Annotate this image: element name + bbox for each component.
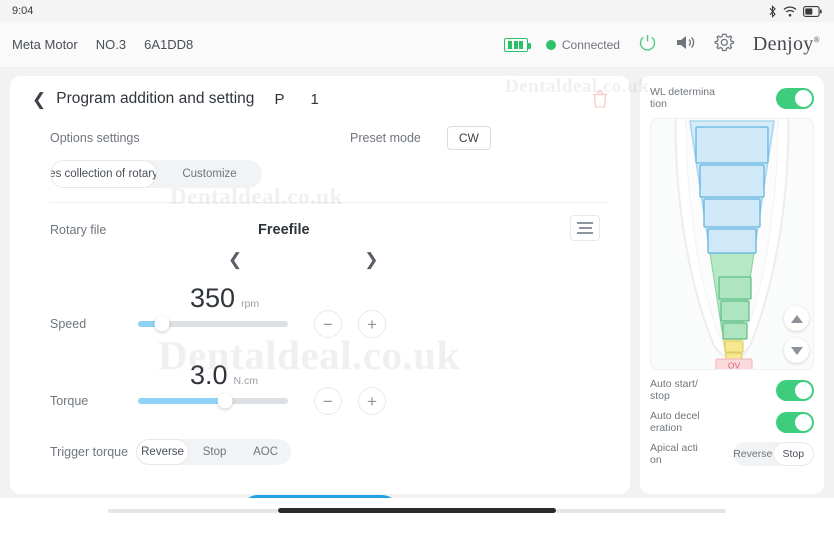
triangle-down-icon[interactable] xyxy=(784,338,809,364)
tab-rotary-file-collection[interactable]: pes collection of rotary f xyxy=(50,160,157,188)
wl-determination-row: WL determina tion xyxy=(650,86,814,110)
torque-slider-row: Torque − + xyxy=(50,387,608,415)
apical-option-stop[interactable]: Stop xyxy=(772,442,814,467)
options-row: Options settings Preset mode CW xyxy=(32,126,608,150)
trigger-torque-label: Trigger torque xyxy=(50,445,129,459)
triangle-up-icon[interactable] xyxy=(784,306,809,332)
torque-value: 3.0 xyxy=(190,360,228,390)
device-id: 6A1DD8 xyxy=(144,37,194,52)
canal-diagram: OV xyxy=(650,118,814,371)
torque-slider[interactable] xyxy=(138,393,288,409)
apical-action-row: Apical acti on Reverse Stop xyxy=(650,442,814,467)
side-panel-settings: Auto start/ stop Auto decel eration Apic… xyxy=(650,378,814,467)
speed-slider-row: Speed − + xyxy=(50,310,608,338)
auto-start-stop-row: Auto start/ stop xyxy=(650,378,814,402)
torque-unit: N.cm xyxy=(233,375,259,387)
canal-marker-label: OV xyxy=(728,361,741,371)
tab-customize[interactable]: Customize xyxy=(157,160,262,188)
device-number: NO.3 xyxy=(95,37,127,52)
rotary-file-value: Freefile xyxy=(258,222,310,238)
trigger-torque-options: Reverse Stop AOC xyxy=(136,439,292,465)
divider xyxy=(50,202,608,203)
wl-determination-label: WL determina tion xyxy=(650,86,715,111)
auto-start-stop-label: Auto start/ stop xyxy=(650,378,698,403)
program-settings-card: ❮ Program addition and setting P 1 Optio… xyxy=(10,76,674,529)
apical-action-options: Reverse Stop xyxy=(733,442,814,467)
connection-status: Connected xyxy=(545,37,620,52)
speed-label: Speed xyxy=(50,317,87,331)
header-actions: Connected Denjoy® xyxy=(503,32,820,58)
card-header: ❮ Program addition and setting P 1 xyxy=(32,90,608,108)
bluetooth-icon xyxy=(768,4,777,18)
program-letter: P xyxy=(274,90,285,108)
options-settings-tabs: pes collection of rotary f Customize xyxy=(50,160,262,188)
wifi-icon xyxy=(783,5,797,17)
chevron-left-icon[interactable]: ❮ xyxy=(32,91,48,108)
preset-mode-value[interactable]: CW xyxy=(446,126,491,150)
trigger-torque-row: Trigger torque Reverse Stop AOC xyxy=(32,439,608,465)
speed-increment-button[interactable]: + xyxy=(358,310,386,338)
next-file-button[interactable]: ❯ xyxy=(364,251,378,268)
trigger-option-stop[interactable]: Stop xyxy=(189,439,240,465)
wl-determination-toggle[interactable] xyxy=(776,87,814,109)
auto-start-stop-toggle[interactable] xyxy=(776,379,814,401)
options-settings-label: Options settings xyxy=(50,131,140,145)
app-header: Meta Motor NO.3 6A1DD8 Connected Denjoy® xyxy=(0,22,834,68)
auto-deceleration-label: Auto decel eration xyxy=(650,410,700,435)
bottom-navigation-bar xyxy=(0,498,834,544)
app-screen: 9:04 Meta Motor NO.3 6A1DD8 Connected De… xyxy=(0,0,834,544)
rotary-file-nav: ❮ ❯ xyxy=(32,247,608,271)
program-number: 1 xyxy=(310,90,319,108)
speaker-icon[interactable] xyxy=(675,33,696,57)
speed-value: 350 xyxy=(190,283,236,313)
battery-icon xyxy=(503,37,531,52)
rotary-file-row: Rotary file Freefile xyxy=(32,215,608,241)
torque-label: Torque xyxy=(50,394,89,408)
connection-dot xyxy=(545,39,556,50)
auto-deceleration-toggle[interactable] xyxy=(776,411,814,433)
status-bar: 9:04 xyxy=(0,0,834,22)
connection-label: Connected xyxy=(561,37,620,52)
torque-increment-button[interactable]: + xyxy=(358,387,386,415)
side-panel: WL determina tion OV Auto start/ stop Au… xyxy=(640,76,824,494)
prev-file-button[interactable]: ❮ xyxy=(228,251,242,268)
device-info: Meta Motor NO.3 6A1DD8 xyxy=(12,37,193,52)
apical-option-reverse[interactable]: Reverse xyxy=(733,442,772,466)
rotary-file-label: Rotary file xyxy=(50,223,107,237)
apical-action-label: Apical acti on xyxy=(650,442,698,467)
canal-scroll-controls xyxy=(784,306,809,364)
trigger-option-reverse[interactable]: Reverse xyxy=(136,439,190,465)
speed-control: 350 rpm Speed − + xyxy=(32,283,608,338)
battery-icon xyxy=(803,5,822,17)
preset-mode-label: Preset mode xyxy=(350,131,421,145)
trigger-option-aoc[interactable]: AOC xyxy=(240,439,291,465)
brand-name: Denjoy xyxy=(752,33,814,55)
speed-slider[interactable] xyxy=(138,316,288,332)
home-indicator[interactable] xyxy=(108,508,726,513)
brand-trademark: ® xyxy=(813,35,820,45)
device-name: Meta Motor xyxy=(12,37,78,52)
brand-logo: Denjoy® xyxy=(753,33,820,56)
status-bar-time: 9:04 xyxy=(12,5,34,17)
content-area: ❮ Program addition and setting P 1 Optio… xyxy=(0,68,834,529)
auto-deceleration-row: Auto decel eration xyxy=(650,410,814,434)
speed-unit: rpm xyxy=(241,298,260,310)
page-title: Program addition and setting xyxy=(56,90,255,107)
torque-control: 3.0 N.cm Torque − + xyxy=(32,360,608,415)
power-icon[interactable] xyxy=(638,33,657,57)
speed-decrement-button[interactable]: − xyxy=(314,310,342,338)
status-bar-icons xyxy=(768,4,822,18)
list-icon[interactable] xyxy=(570,215,600,241)
trash-icon[interactable] xyxy=(592,90,608,113)
gear-icon[interactable] xyxy=(714,32,735,58)
torque-decrement-button[interactable]: − xyxy=(314,387,342,415)
